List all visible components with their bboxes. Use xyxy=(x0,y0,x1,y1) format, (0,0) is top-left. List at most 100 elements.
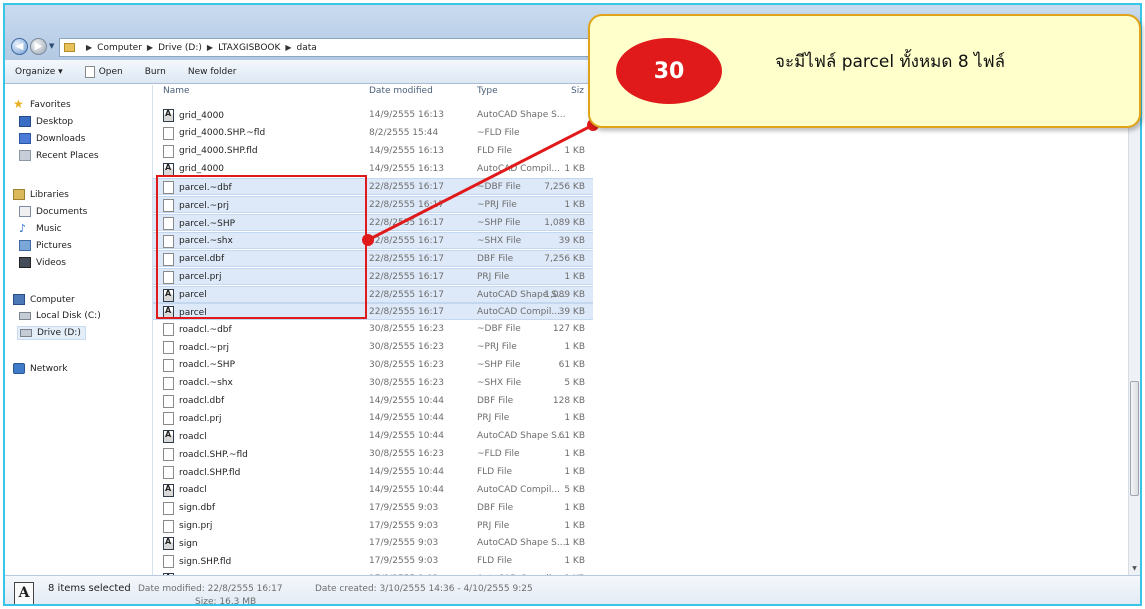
downloads-icon xyxy=(19,133,31,144)
file-row[interactable]: grid_4000.SHP.fld 14/9/2555 16:13 FLD File… xyxy=(153,143,593,160)
nav-drive-d[interactable]: Drive (D:) xyxy=(17,326,86,340)
nav-libraries[interactable]: Libraries xyxy=(13,189,69,200)
file-type: AutoCAD Shape S... xyxy=(477,538,566,549)
file-date-modified: 17/9/2555 9:03 xyxy=(369,556,439,567)
file-row[interactable]: grid_4000 14/9/2555 16:13 AutoCAD Shape S.… xyxy=(153,107,593,124)
organize-button[interactable]: Organize ▾ xyxy=(15,67,63,77)
file-row[interactable]: roadcl.~prj 30/8/2555 16:23 ~PRJ File 1 KB xyxy=(153,339,593,356)
file-size: 1 KB xyxy=(564,502,585,513)
file-type: FLD File xyxy=(477,467,513,477)
file-name-cell: grid_4000 xyxy=(163,162,224,176)
file-name: grid_4000.SHP.fld xyxy=(179,146,258,157)
file-row[interactable]: roadcl.dbf 14/9/2555 10:44 DBF File 128 KB xyxy=(153,393,593,410)
blank-file-icon xyxy=(163,466,174,479)
file-type: AutoCAD Compil... xyxy=(477,163,560,174)
file-row[interactable]: sign.SHP.fld 17/9/2555 9:03 FLD File 1 KB xyxy=(153,553,593,570)
file-type: ~SHX File xyxy=(477,377,522,388)
file-name: roadcl.~SHP xyxy=(179,360,235,371)
star-icon: ★ xyxy=(13,97,24,111)
column-header-name[interactable]: Name xyxy=(163,87,190,96)
vertical-scrollbar[interactable]: ▲ ▼ xyxy=(1128,85,1140,575)
new-folder-button[interactable]: New folder xyxy=(188,67,237,77)
nav-local-disk-label: Local Disk (C:) xyxy=(36,311,101,321)
file-type: DBF File xyxy=(477,395,514,406)
file-name-cell: roadcl.SHP.fld xyxy=(163,466,240,479)
file-row[interactable]: roadcl 14/9/2555 10:44 AutoCAD Shape S...6… xyxy=(153,428,593,445)
file-row[interactable]: roadcl.SHP.~fld 30/8/2555 16:23 ~FLD File 1… xyxy=(153,446,593,463)
column-header-date-modified[interactable]: Date modified xyxy=(369,87,433,96)
nav-downloads[interactable]: Downloads xyxy=(19,133,85,144)
nav-pictures[interactable]: Pictures xyxy=(19,240,72,251)
file-name: roadcl.~dbf xyxy=(179,324,232,335)
nav-local-disk-c[interactable]: Local Disk (C:) xyxy=(19,311,101,321)
file-date-modified: 30/8/2555 16:23 xyxy=(369,449,444,460)
nav-documents[interactable]: Documents xyxy=(19,206,87,217)
nav-documents-label: Documents xyxy=(36,206,88,217)
breadcrumb-computer[interactable]: Computer xyxy=(97,43,142,53)
file-row[interactable]: sign.prj 17/9/2555 9:03 PRJ File 1 KB xyxy=(153,518,593,535)
blank-file-icon xyxy=(163,412,174,426)
file-type: ~PRJ File xyxy=(477,200,517,211)
file-row[interactable]: grid_4000.SHP.~fld 8/2/2555 15:44 ~FLD Fil… xyxy=(153,125,593,142)
nav-videos[interactable]: Videos xyxy=(19,257,66,268)
nav-recent-places[interactable]: Recent Places xyxy=(19,150,99,161)
network-icon xyxy=(13,363,25,374)
scrollbar-thumb[interactable] xyxy=(1130,381,1139,496)
file-date-modified: 22/8/2555 16:17 xyxy=(369,253,444,264)
nav-network[interactable]: Network xyxy=(13,363,68,374)
file-date-modified: 17/9/2555 9:03 xyxy=(369,502,439,513)
cad-icon xyxy=(163,162,174,176)
file-row[interactable]: roadcl 14/9/2555 10:44 AutoCAD Compil... 5 … xyxy=(153,482,593,499)
file-row[interactable]: roadcl.~SHP 30/8/2555 16:23 ~SHP File 61 KB xyxy=(153,357,593,374)
scroll-down-icon[interactable]: ▼ xyxy=(1129,565,1140,575)
file-type: ~PRJ File xyxy=(477,342,517,353)
pictures-icon xyxy=(19,240,31,251)
file-size: 61 KB xyxy=(558,431,585,442)
nav-computer[interactable]: Computer xyxy=(13,294,75,305)
nav-desktop[interactable]: Desktop xyxy=(19,116,73,127)
file-date-modified: 22/8/2555 16:17 xyxy=(369,200,444,211)
file-date-modified: 14/9/2555 10:44 xyxy=(369,484,444,495)
back-button[interactable]: ◀ xyxy=(11,38,28,55)
burn-button[interactable]: Burn xyxy=(145,67,166,77)
file-row[interactable]: roadcl.prj 14/9/2555 10:44 PRJ File 1 KB xyxy=(153,410,593,427)
chevron-right-icon[interactable]: ▶ xyxy=(207,43,213,52)
file-row[interactable]: roadcl.SHP.fld 14/9/2555 10:44 FLD File 1 K… xyxy=(153,464,593,481)
breadcrumb-drive-d[interactable]: Drive (D:) xyxy=(158,43,202,53)
file-row[interactable]: sign.dbf 17/9/2555 9:03 DBF File 1 KB xyxy=(153,500,593,517)
chevron-right-icon[interactable]: ▶ xyxy=(147,43,153,52)
annotation-callout: 30 จะมีไฟล์ parcel ทั้งหมด 8 ไฟล์ xyxy=(588,14,1141,128)
file-size: 1 KB xyxy=(564,520,585,531)
cad-icon xyxy=(163,483,174,497)
nav-favorites[interactable]: ★ Favorites xyxy=(13,97,71,111)
open-file-icon xyxy=(84,65,95,78)
file-name-cell: roadcl.SHP.~fld xyxy=(163,448,248,462)
file-row[interactable]: roadcl.~shx 30/8/2555 16:23 ~SHX File 5 KB xyxy=(153,375,593,392)
column-header-type[interactable]: Type xyxy=(477,87,498,96)
file-size: 7,256 KB xyxy=(544,182,585,193)
recent-pages-dropdown-icon[interactable]: ▼ xyxy=(49,42,57,50)
chevron-right-icon[interactable]: ▶ xyxy=(285,43,291,52)
breadcrumb-data[interactable]: data xyxy=(297,43,317,53)
file-row[interactable]: roadcl.~dbf 30/8/2555 16:23 ~DBF File 127 K… xyxy=(153,321,593,338)
breadcrumb-ltaxgisbook[interactable]: LTAXGISBOOK xyxy=(218,43,280,53)
file-name-cell: sign xyxy=(163,537,198,551)
forward-button[interactable]: ▶ xyxy=(30,38,47,55)
file-type: ~DBF File xyxy=(477,182,521,193)
open-button[interactable]: Open xyxy=(84,65,123,78)
file-name: sign.prj xyxy=(179,521,213,532)
blank-file-icon xyxy=(163,323,174,337)
file-name-cell: roadcl.prj xyxy=(163,412,221,426)
hard-drive-icon xyxy=(19,312,31,320)
cad-icon xyxy=(163,537,174,551)
column-header-size[interactable]: Siz xyxy=(571,87,584,96)
file-name-cell: sign.dbf xyxy=(163,501,215,515)
chevron-right-icon[interactable]: ▶ xyxy=(86,43,92,52)
file-type: ~SHX File xyxy=(477,235,522,246)
file-date-modified: 14/9/2555 10:44 xyxy=(369,431,444,442)
file-name-cell: roadcl.~SHP xyxy=(163,358,235,372)
file-row[interactable]: sign 17/9/2555 9:03 AutoCAD Shape S...1 KB xyxy=(153,535,593,552)
file-name: grid_4000.SHP.~fld xyxy=(179,128,266,139)
nav-music[interactable]: ♪ Music xyxy=(19,223,62,234)
file-name: roadcl.~shx xyxy=(179,378,233,389)
